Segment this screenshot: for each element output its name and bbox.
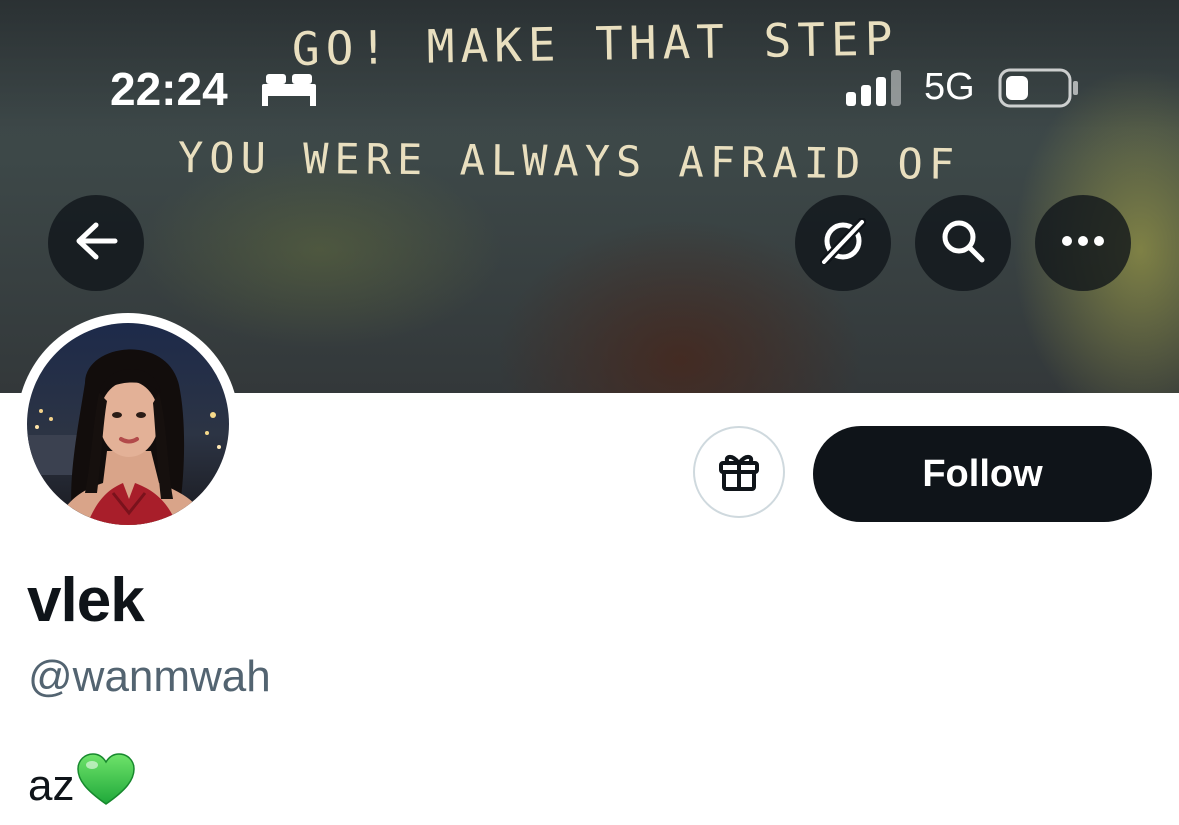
follow-button[interactable]: Follow: [813, 426, 1152, 522]
profile-bio: az: [28, 752, 136, 819]
grok-icon: [819, 217, 867, 269]
bed-icon: [262, 72, 316, 111]
bio-text: az: [28, 760, 75, 810]
battery-low-icon: [998, 68, 1080, 113]
display-name: vlek: [27, 566, 145, 635]
banner-wall-text-line1: GO! MAKE THAT STEP: [291, 11, 899, 76]
gift-button[interactable]: [693, 426, 785, 518]
grok-button[interactable]: [795, 195, 891, 291]
status-time: 22:24: [110, 63, 228, 115]
green-heart-icon: [76, 752, 136, 819]
search-button[interactable]: [915, 195, 1011, 291]
back-button[interactable]: [48, 195, 144, 291]
avatar-photo: [27, 323, 229, 525]
search-icon: [940, 218, 986, 269]
user-handle: @wanmwah: [28, 652, 271, 701]
arrow-left-icon: [74, 221, 118, 266]
gift-icon: [716, 447, 762, 498]
network-type-label: 5G: [924, 66, 975, 108]
avatar[interactable]: [17, 313, 239, 535]
more-options-button[interactable]: [1035, 195, 1131, 291]
banner-wall-text-line2: YOU WERE ALWAYS AFRAID OF: [177, 133, 961, 189]
more-horizontal-icon: [1061, 234, 1105, 252]
cellular-signal-icon: [846, 70, 904, 111]
